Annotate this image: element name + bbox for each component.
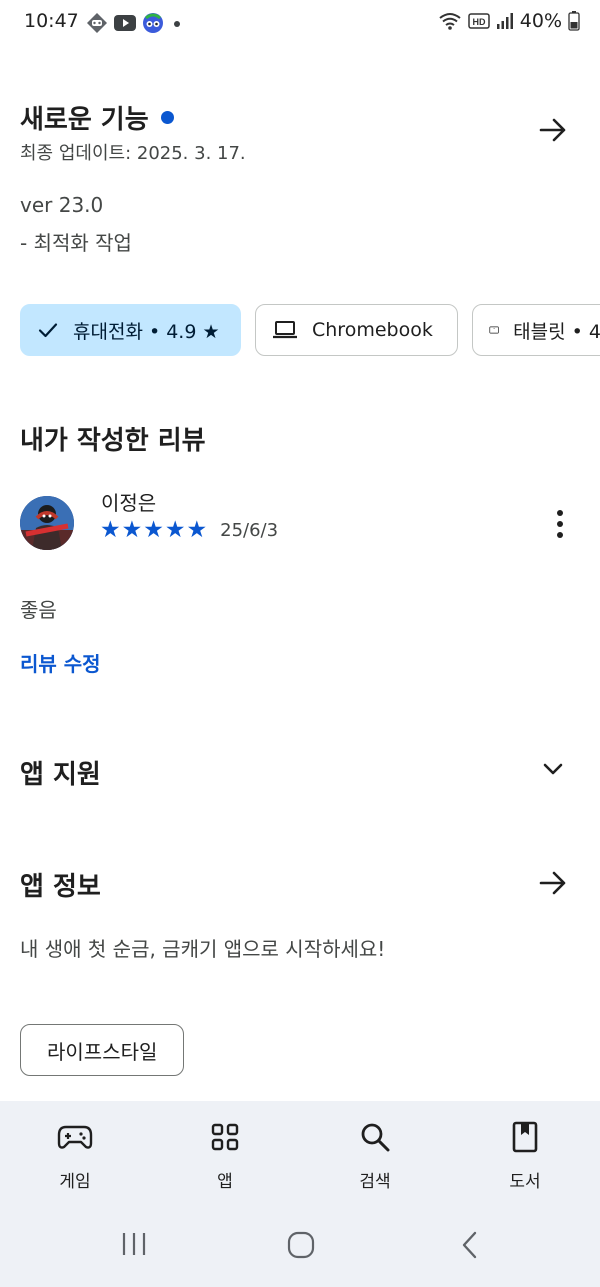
chip-chromebook[interactable]: Chromebook [255, 304, 458, 356]
notification-dot-icon [174, 21, 180, 27]
last-updated: 최종 업데이트: 2025. 3. 17. [20, 143, 246, 164]
status-bar: 10:47 HD 40% [0, 0, 600, 48]
app-support-title[interactable]: 앱 지원 [20, 754, 101, 791]
nav-books[interactable]: 도서 [465, 1101, 585, 1199]
whats-new-title: 새로운 기능 [20, 105, 149, 135]
nav-search[interactable]: 검색 [315, 1101, 435, 1199]
review-date: 25/6/3 [220, 519, 279, 541]
status-time: 10:47 [24, 10, 79, 32]
youtube-icon [114, 15, 136, 31]
nav-apps[interactable]: 앱 [165, 1101, 285, 1199]
chip-chromebook-label: Chromebook [312, 319, 433, 341]
star-icon: ★ [143, 517, 164, 543]
app-description: 내 생애 첫 순금, 금캐기 앱으로 시작하세요! [20, 937, 386, 961]
search-icon [361, 1123, 390, 1152]
review-rating: ★ ★ ★ ★ ★ 25/6/3 [100, 518, 278, 542]
back-button[interactable] [460, 1231, 480, 1259]
avatar-image [20, 496, 74, 550]
chip-tablet[interactable]: 태블릿 • 4 [472, 304, 600, 356]
book-icon [512, 1121, 538, 1153]
signal-icon [496, 13, 513, 29]
whats-new-arrow-button[interactable] [536, 113, 570, 147]
update-note: - 최적화 작업 [20, 231, 132, 255]
avatar [20, 496, 74, 550]
review-text: 좋음 [20, 598, 57, 622]
check-icon [38, 323, 58, 338]
nav-games[interactable]: 게임 [15, 1101, 135, 1199]
tablet-icon [489, 326, 499, 334]
laptop-icon [273, 321, 297, 339]
edit-review-link[interactable]: 리뷰 수정 [20, 648, 101, 677]
battery-percent: 40% [519, 10, 562, 32]
chip-phone-label: 휴대전화 • 4.9 ★ [73, 320, 220, 343]
nav-books-label: 도서 [509, 1172, 541, 1192]
svg-text:HD: HD [472, 17, 485, 27]
my-review-title: 내가 작성한 리뷰 [20, 426, 206, 456]
status-system-icons: HD 40% [438, 10, 580, 32]
whats-new-header[interactable]: 새로운 기능 [20, 99, 174, 136]
more-vert-dot [557, 521, 563, 527]
home-icon [287, 1231, 315, 1259]
chip-phone[interactable]: 휴대전화 • 4.9 ★ [20, 304, 241, 356]
star-icon: ★ [121, 517, 143, 543]
star-icon: ★ [186, 517, 208, 543]
app-info-arrow-button[interactable] [536, 866, 570, 900]
app-support-expand-button[interactable] [536, 752, 570, 786]
bottom-navigation: 게임 앱 검색 도서 [0, 1101, 600, 1199]
home-button[interactable] [287, 1231, 315, 1259]
review-more-options-button[interactable] [548, 506, 572, 542]
battery-icon [568, 11, 580, 31]
device-filter-chips: 휴대전화 • 4.9 ★ Chromebook 태블릿 • 4 [20, 304, 600, 356]
app-mascot-icon [143, 13, 163, 33]
star-icon: ★ [164, 517, 186, 543]
app-info-title[interactable]: 앱 정보 [20, 866, 101, 903]
chevron-down-icon [543, 763, 563, 775]
new-indicator-dot [160, 111, 174, 124]
status-notification-icons [86, 12, 184, 34]
recent-apps-button[interactable] [120, 1231, 148, 1257]
recent-apps-icon [122, 1233, 146, 1255]
system-navigation-bar [0, 1199, 600, 1287]
gamepad-icon [57, 1125, 93, 1149]
hd-icon: HD [468, 13, 490, 29]
reviewer-name: 이정은 [101, 491, 157, 515]
more-vert-icon [557, 510, 563, 516]
nav-games-label: 게임 [59, 1172, 91, 1192]
arrow-right-icon [539, 871, 566, 895]
chip-tablet-label: 태블릿 • 4 [513, 320, 600, 343]
ai-badge-icon [87, 13, 107, 33]
version-text: ver 23.0 [20, 193, 104, 217]
nav-search-label: 검색 [359, 1172, 391, 1192]
arrow-right-icon [539, 118, 566, 142]
star-icon: ★ [100, 517, 121, 543]
more-vert-dot [557, 532, 563, 538]
back-icon [462, 1231, 477, 1259]
wifi-icon [439, 13, 461, 30]
apps-grid-icon [211, 1123, 239, 1151]
category-chip[interactable]: 라이프스타일 [20, 1024, 185, 1076]
nav-apps-label: 앱 [217, 1172, 233, 1192]
